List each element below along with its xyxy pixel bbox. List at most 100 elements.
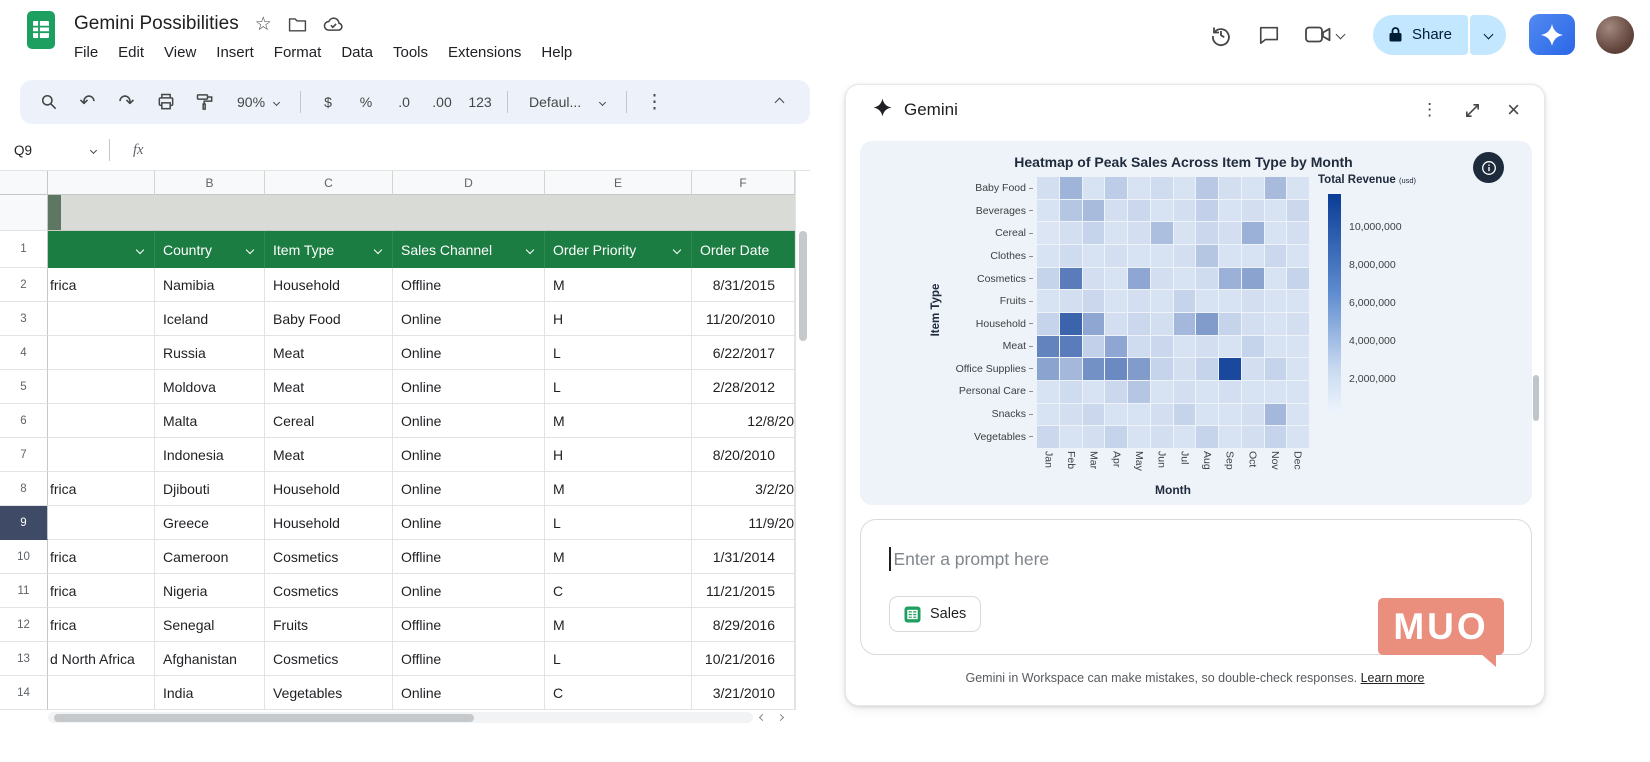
cell-e2[interactable]: M	[545, 268, 692, 302]
cell-f10[interactable]: 1/31/2014	[692, 540, 795, 574]
cell-d14[interactable]: Online	[393, 676, 545, 710]
row-header-1[interactable]: 1	[0, 231, 48, 268]
cell-f12[interactable]: 8/29/2016	[692, 608, 795, 642]
cell-e7[interactable]: H	[545, 438, 692, 472]
cell-a8[interactable]: frica	[48, 472, 155, 506]
cell-a9[interactable]	[48, 506, 155, 540]
col-letter-a[interactable]	[48, 171, 155, 195]
camera-dropdown-icon[interactable]	[1335, 29, 1346, 40]
cell-f13[interactable]: 10/21/2016	[692, 642, 795, 676]
cell-b9[interactable]: Greece	[155, 506, 265, 540]
cell-f11[interactable]: 11/21/2015	[692, 574, 795, 608]
cell-c3[interactable]: Baby Food	[265, 302, 393, 336]
cell-a2[interactable]: frica	[48, 268, 155, 302]
cell-e10[interactable]: M	[545, 540, 692, 574]
cell-c14[interactable]: Vegetables	[265, 676, 393, 710]
cell-d7[interactable]: Online	[393, 438, 545, 472]
cell-c4[interactable]: Meat	[265, 336, 393, 370]
percent-format-button[interactable]: %	[348, 86, 384, 118]
avatar[interactable]	[1596, 15, 1634, 54]
share-button[interactable]: Share	[1372, 14, 1468, 55]
cell-b3[interactable]: Iceland	[155, 302, 265, 336]
cloud-saved-icon[interactable]	[323, 16, 344, 32]
cell-b4[interactable]: Russia	[155, 336, 265, 370]
column-header-order-date[interactable]: Order Date	[692, 231, 795, 268]
cell-f4[interactable]: 6/22/2017	[692, 336, 795, 370]
cell-c13[interactable]: Cosmetics	[265, 642, 393, 676]
cell-a11[interactable]: frica	[48, 574, 155, 608]
cell-a14[interactable]	[48, 676, 155, 710]
horizontal-scrollbar[interactable]	[48, 712, 753, 723]
prompt-input[interactable]: Enter a prompt here	[889, 547, 1049, 571]
font-select[interactable]: Defaul...	[517, 86, 617, 118]
row-header-3[interactable]: 3	[0, 302, 48, 336]
cell-a13[interactable]: d North Africa	[48, 642, 155, 676]
cell-d5[interactable]: Online	[393, 370, 545, 404]
cell-c6[interactable]: Cereal	[265, 404, 393, 438]
column-header-country[interactable]: Country	[155, 231, 265, 268]
cell-f3[interactable]: 11/20/2010	[692, 302, 795, 336]
cell-b11[interactable]: Nigeria	[155, 574, 265, 608]
cell-a12[interactable]: frica	[48, 608, 155, 642]
cell-c8[interactable]: Household	[265, 472, 393, 506]
menu-data[interactable]: Data	[332, 41, 382, 64]
collapse-toolbar-button[interactable]	[764, 87, 794, 117]
cell-c2[interactable]: Household	[265, 268, 393, 302]
column-header-item-type[interactable]: Item Type	[265, 231, 393, 268]
print-icon[interactable]	[147, 86, 184, 118]
scroll-left-icon[interactable]	[758, 713, 767, 721]
sheets-logo-icon[interactable]	[26, 10, 56, 50]
cell-e13[interactable]: L	[545, 642, 692, 676]
expand-panel-icon[interactable]	[1464, 102, 1481, 119]
close-panel-button[interactable]: ×	[1507, 99, 1520, 121]
menu-format[interactable]: Format	[265, 41, 331, 64]
cell-f9[interactable]: 11/9/20	[692, 506, 795, 540]
share-dropdown-button[interactable]	[1470, 14, 1506, 55]
version-history-icon[interactable]	[1205, 19, 1237, 51]
cell-c12[interactable]: Fruits	[265, 608, 393, 642]
cell-c10[interactable]: Cosmetics	[265, 540, 393, 574]
search-icon[interactable]	[30, 86, 67, 118]
cell-f14[interactable]: 3/21/2010	[692, 676, 795, 710]
document-title[interactable]: Gemini Possibilities	[74, 13, 239, 35]
row-header-10[interactable]: 10	[0, 540, 48, 574]
cell-b8[interactable]: Djibouti	[155, 472, 265, 506]
cell-d8[interactable]: Online	[393, 472, 545, 506]
cell-a4[interactable]	[48, 336, 155, 370]
column-header-sales-channel[interactable]: Sales Channel	[393, 231, 545, 268]
cell-b14[interactable]: India	[155, 676, 265, 710]
cell-e4[interactable]: L	[545, 336, 692, 370]
cell-a10[interactable]: frica	[48, 540, 155, 574]
horizontal-scrollbar-thumb[interactable]	[54, 713, 474, 722]
cell-b5[interactable]: Moldova	[155, 370, 265, 404]
cell-c7[interactable]: Meat	[265, 438, 393, 472]
column-header-a[interactable]	[48, 231, 155, 268]
move-folder-icon[interactable]	[288, 16, 307, 33]
cell-e14[interactable]: C	[545, 676, 692, 710]
comments-icon[interactable]	[1254, 20, 1284, 50]
cell-d4[interactable]: Online	[393, 336, 545, 370]
cell-e6[interactable]: M	[545, 404, 692, 438]
row-header-4[interactable]: 4	[0, 336, 48, 370]
cell-b6[interactable]: Malta	[155, 404, 265, 438]
cell-d11[interactable]: Online	[393, 574, 545, 608]
menu-view[interactable]: View	[155, 41, 205, 64]
name-box[interactable]: Q9	[14, 143, 102, 158]
cell-c9[interactable]: Household	[265, 506, 393, 540]
more-formats-button[interactable]: 123	[462, 86, 498, 118]
gemini-button[interactable]	[1529, 14, 1575, 55]
undo-icon[interactable]: ↶	[69, 86, 106, 118]
cell-d10[interactable]: Offline	[393, 540, 545, 574]
filter-chevron-icon[interactable]	[672, 245, 682, 254]
cell-a5[interactable]	[48, 370, 155, 404]
row-header-8[interactable]: 8	[0, 472, 48, 506]
col-letter-b[interactable]: B	[155, 171, 265, 195]
cell-d2[interactable]: Offline	[393, 268, 545, 302]
vertical-scrollbar[interactable]	[795, 171, 810, 710]
cell-d12[interactable]: Offline	[393, 608, 545, 642]
vertical-scrollbar-thumb[interactable]	[799, 231, 807, 341]
star-icon[interactable]: ☆	[255, 15, 272, 34]
col-letter-e[interactable]: E	[545, 171, 692, 195]
cell-e11[interactable]: C	[545, 574, 692, 608]
cell-f6[interactable]: 12/8/20	[692, 404, 795, 438]
